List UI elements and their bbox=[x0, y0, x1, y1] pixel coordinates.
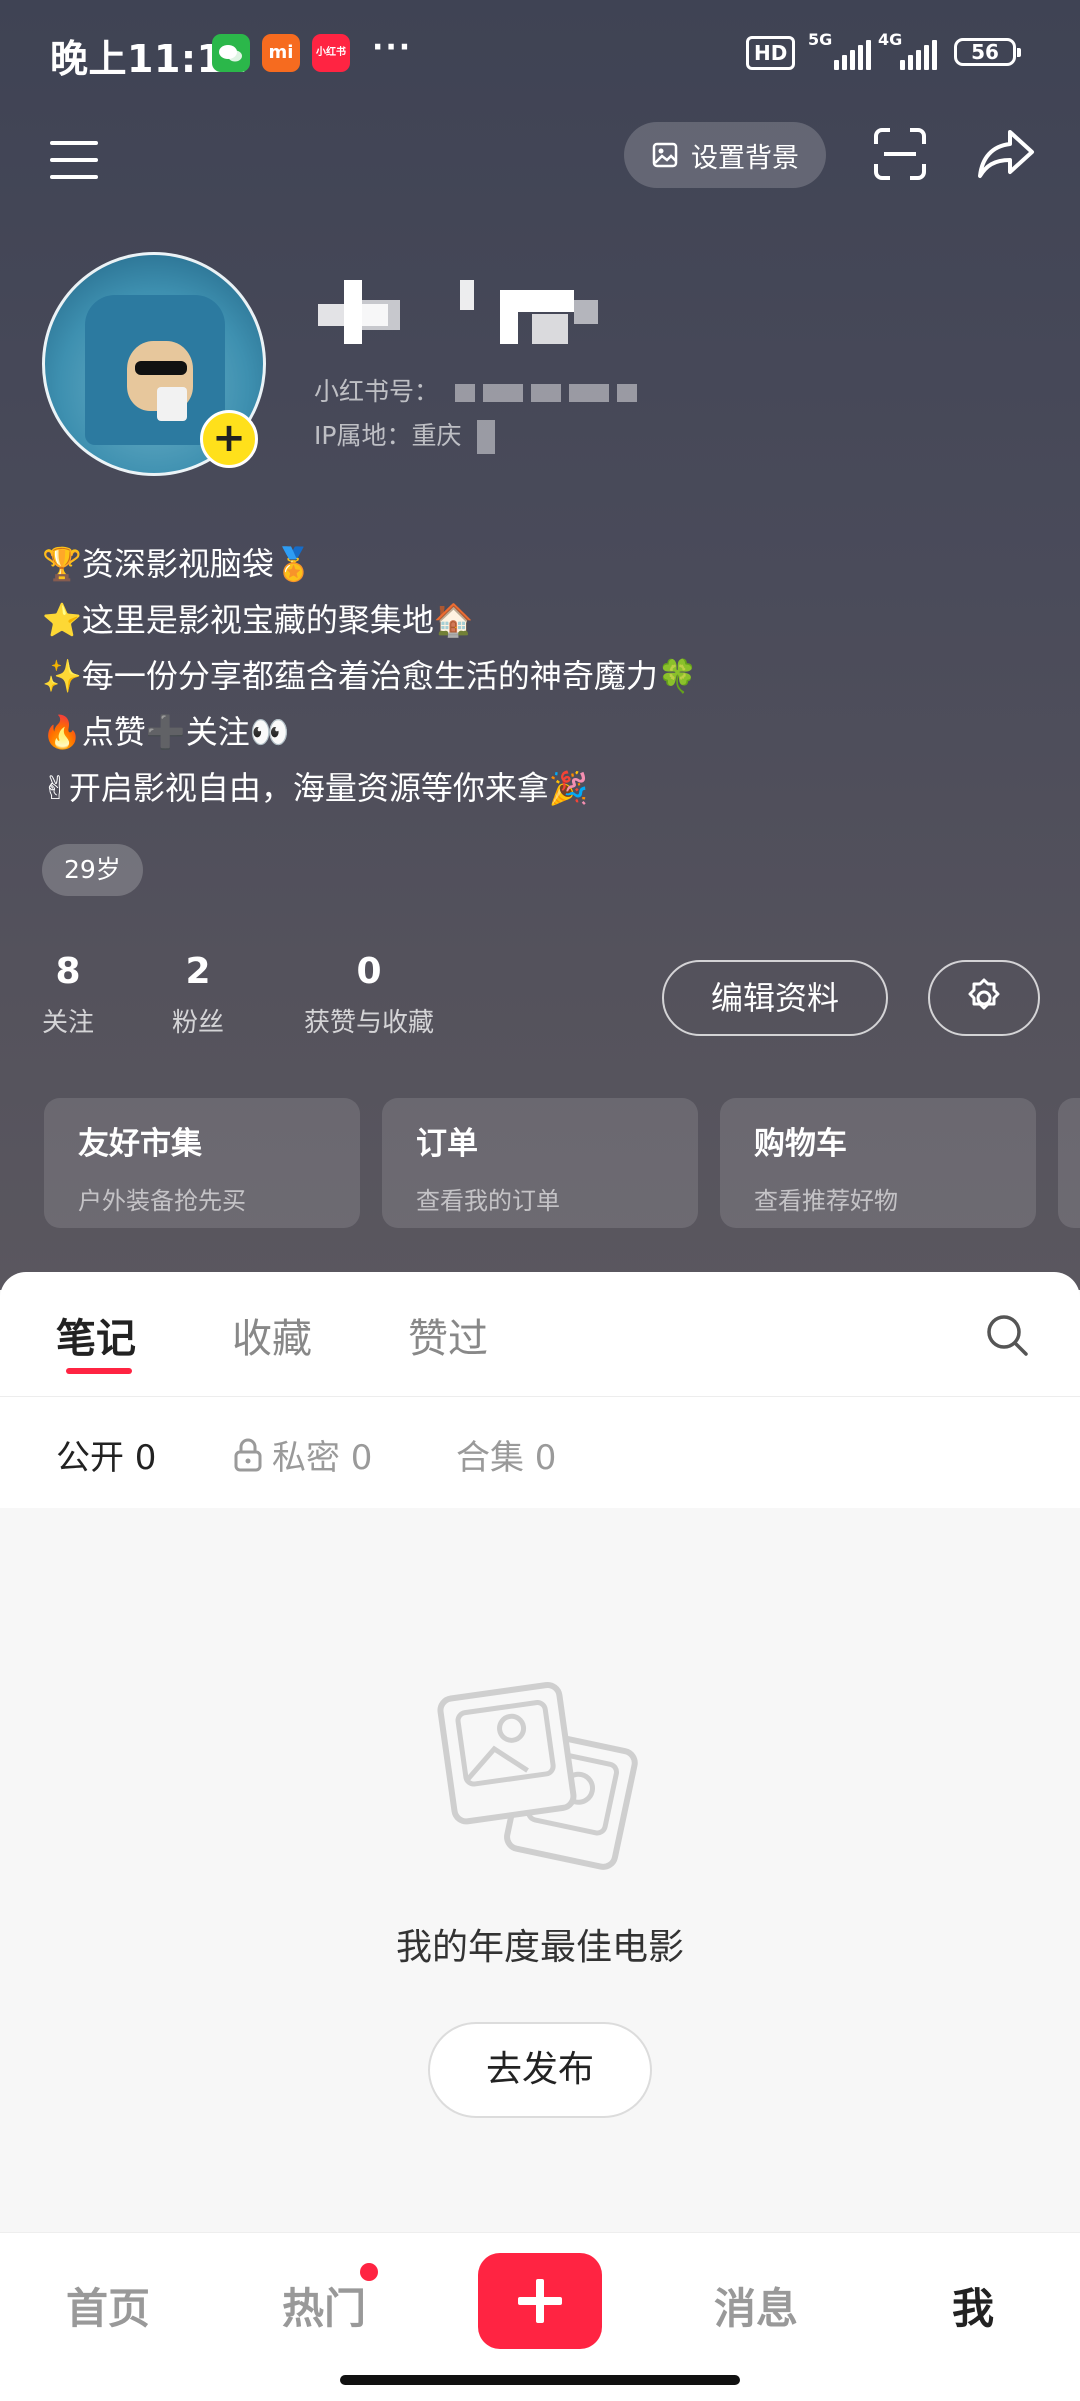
create-post-button[interactable] bbox=[478, 2253, 602, 2349]
stat-following[interactable]: 8 关注 bbox=[42, 950, 94, 1039]
card-orders[interactable]: 订单 查看我的订单 bbox=[382, 1098, 698, 1228]
network-4g-label: 4G bbox=[878, 30, 903, 49]
notification-dot bbox=[360, 2263, 378, 2281]
filter-public[interactable]: 公开 0 bbox=[56, 1430, 156, 1479]
set-background-label: 设置背景 bbox=[691, 142, 799, 174]
bio-line: 🔥点赞➕关注👀 bbox=[42, 713, 290, 751]
set-background-button[interactable]: 设置背景 bbox=[624, 122, 826, 188]
active-tab-indicator bbox=[66, 1368, 132, 1374]
tab-notes[interactable]: 笔记 bbox=[56, 1306, 136, 1364]
ip-location-row: IP属地：重庆 bbox=[314, 416, 496, 454]
notes-panel: 笔记 收藏 赞过 公开 0 私密 0 合集 0 我的年度最佳电影 去发布 bbox=[0, 1272, 1080, 2232]
nav-home[interactable]: 首页 bbox=[66, 2275, 150, 2336]
nickname-redacted bbox=[318, 280, 608, 344]
bio-line: ✌开启影视自由，海量资源等你来拿🎉 bbox=[42, 769, 589, 807]
visibility-filter: 公开 0 私密 0 合集 0 bbox=[0, 1396, 1080, 1509]
tab-liked[interactable]: 赞过 bbox=[408, 1306, 488, 1364]
more-notifications-icon: ··· bbox=[372, 30, 413, 65]
scan-icon[interactable] bbox=[870, 124, 930, 184]
image-icon bbox=[652, 142, 678, 168]
content-tabs: 笔记 收藏 赞过 bbox=[0, 1272, 1080, 1397]
bio-line: ⭐这里是影视宝藏的聚集地🏠 bbox=[42, 601, 474, 639]
lock-icon bbox=[234, 1438, 262, 1471]
age-tag: 29岁 bbox=[42, 844, 143, 896]
avatar[interactable]: + bbox=[42, 252, 266, 476]
network-5g-label: 5G bbox=[808, 30, 833, 49]
home-indicator bbox=[340, 2375, 740, 2385]
edit-profile-button[interactable]: 编辑资料 bbox=[662, 960, 888, 1036]
stat-following-value: 8 bbox=[55, 951, 81, 992]
card-market[interactable]: 友好市集 户外装备抢先买 bbox=[44, 1098, 360, 1228]
empty-photos-icon bbox=[436, 1680, 646, 1884]
empty-state-text: 我的年度最佳电影 bbox=[395, 1927, 684, 1968]
stat-likes-value: 0 bbox=[356, 951, 382, 992]
empty-state: 我的年度最佳电影 去发布 bbox=[0, 1508, 1080, 2232]
ip-location-label: IP属地：重庆 bbox=[314, 421, 462, 450]
mi-notification-icon: mi bbox=[262, 34, 300, 72]
filter-collection[interactable]: 合集 0 bbox=[456, 1430, 556, 1479]
gear-icon bbox=[968, 978, 1000, 1010]
stat-followers[interactable]: 2 粉丝 bbox=[172, 950, 224, 1039]
battery-icon: 56 bbox=[954, 38, 1021, 66]
filter-collection-label: 合集 0 bbox=[456, 1438, 557, 1478]
user-id-row: 小红书号： bbox=[314, 372, 637, 408]
nav-hot[interactable]: 热门 bbox=[282, 2275, 366, 2336]
add-avatar-icon[interactable]: + bbox=[200, 410, 258, 468]
stat-likes-label: 获赞与收藏 bbox=[304, 1008, 435, 1038]
bio-line: 🏆资深影视脑袋🏅 bbox=[42, 545, 314, 583]
card-market-title: 友好市集 bbox=[78, 1126, 202, 1162]
status-bar: 晚上11:14 mi 小红书 ··· HD 5G 4G 56 bbox=[0, 0, 1080, 108]
user-id-label: 小红书号： bbox=[314, 377, 440, 406]
stat-followers-label: 粉丝 bbox=[172, 1008, 225, 1038]
share-icon[interactable] bbox=[974, 124, 1038, 184]
settings-button[interactable] bbox=[928, 960, 1040, 1036]
menu-icon[interactable] bbox=[44, 134, 104, 186]
bio: 🏆资深影视脑袋🏅 ⭐这里是影视宝藏的聚集地🏠 ✨每一份分享都蕴含着治愈生活的神奇… bbox=[42, 536, 698, 816]
card-more-peek[interactable] bbox=[1058, 1098, 1080, 1228]
tab-collections[interactable]: 收藏 bbox=[232, 1306, 312, 1364]
card-market-subtitle: 户外装备抢先买 bbox=[78, 1187, 246, 1215]
nav-messages[interactable]: 消息 bbox=[714, 2275, 798, 2336]
card-cart-subtitle: 查看推荐好物 bbox=[754, 1187, 898, 1215]
card-cart-title: 购物车 bbox=[754, 1126, 847, 1162]
bio-line: ✨每一份分享都蕴含着治愈生活的神奇魔力🍀 bbox=[42, 657, 698, 695]
signal-icon bbox=[834, 40, 874, 70]
card-orders-subtitle: 查看我的订单 bbox=[416, 1187, 560, 1215]
stat-following-label: 关注 bbox=[42, 1008, 95, 1038]
filter-public-label: 公开 0 bbox=[56, 1438, 157, 1478]
filter-private-label: 私密 0 bbox=[272, 1438, 373, 1478]
hd-voice-icon: HD bbox=[746, 36, 796, 70]
profile-header-background: 晚上11:14 mi 小红书 ··· HD 5G 4G 56 设置背景 + 小红… bbox=[0, 0, 1080, 1290]
signal-icon bbox=[900, 40, 940, 70]
bottom-navigation: 首页 热门 消息 我 bbox=[0, 2232, 1080, 2401]
xiaohongshu-notification-icon: 小红书 bbox=[312, 34, 350, 72]
filter-private[interactable]: 私密 0 bbox=[232, 1430, 372, 1479]
stat-likes-collects[interactable]: 0 获赞与收藏 bbox=[304, 950, 434, 1039]
stat-followers-value: 2 bbox=[185, 951, 211, 992]
card-cart[interactable]: 购物车 查看推荐好物 bbox=[720, 1098, 1036, 1228]
search-icon[interactable] bbox=[984, 1312, 1030, 1362]
nav-me[interactable]: 我 bbox=[952, 2275, 994, 2336]
wechat-notification-icon bbox=[212, 34, 250, 72]
card-orders-title: 订单 bbox=[416, 1126, 478, 1162]
plus-icon bbox=[518, 2279, 562, 2323]
publish-button[interactable]: 去发布 bbox=[428, 2022, 652, 2118]
